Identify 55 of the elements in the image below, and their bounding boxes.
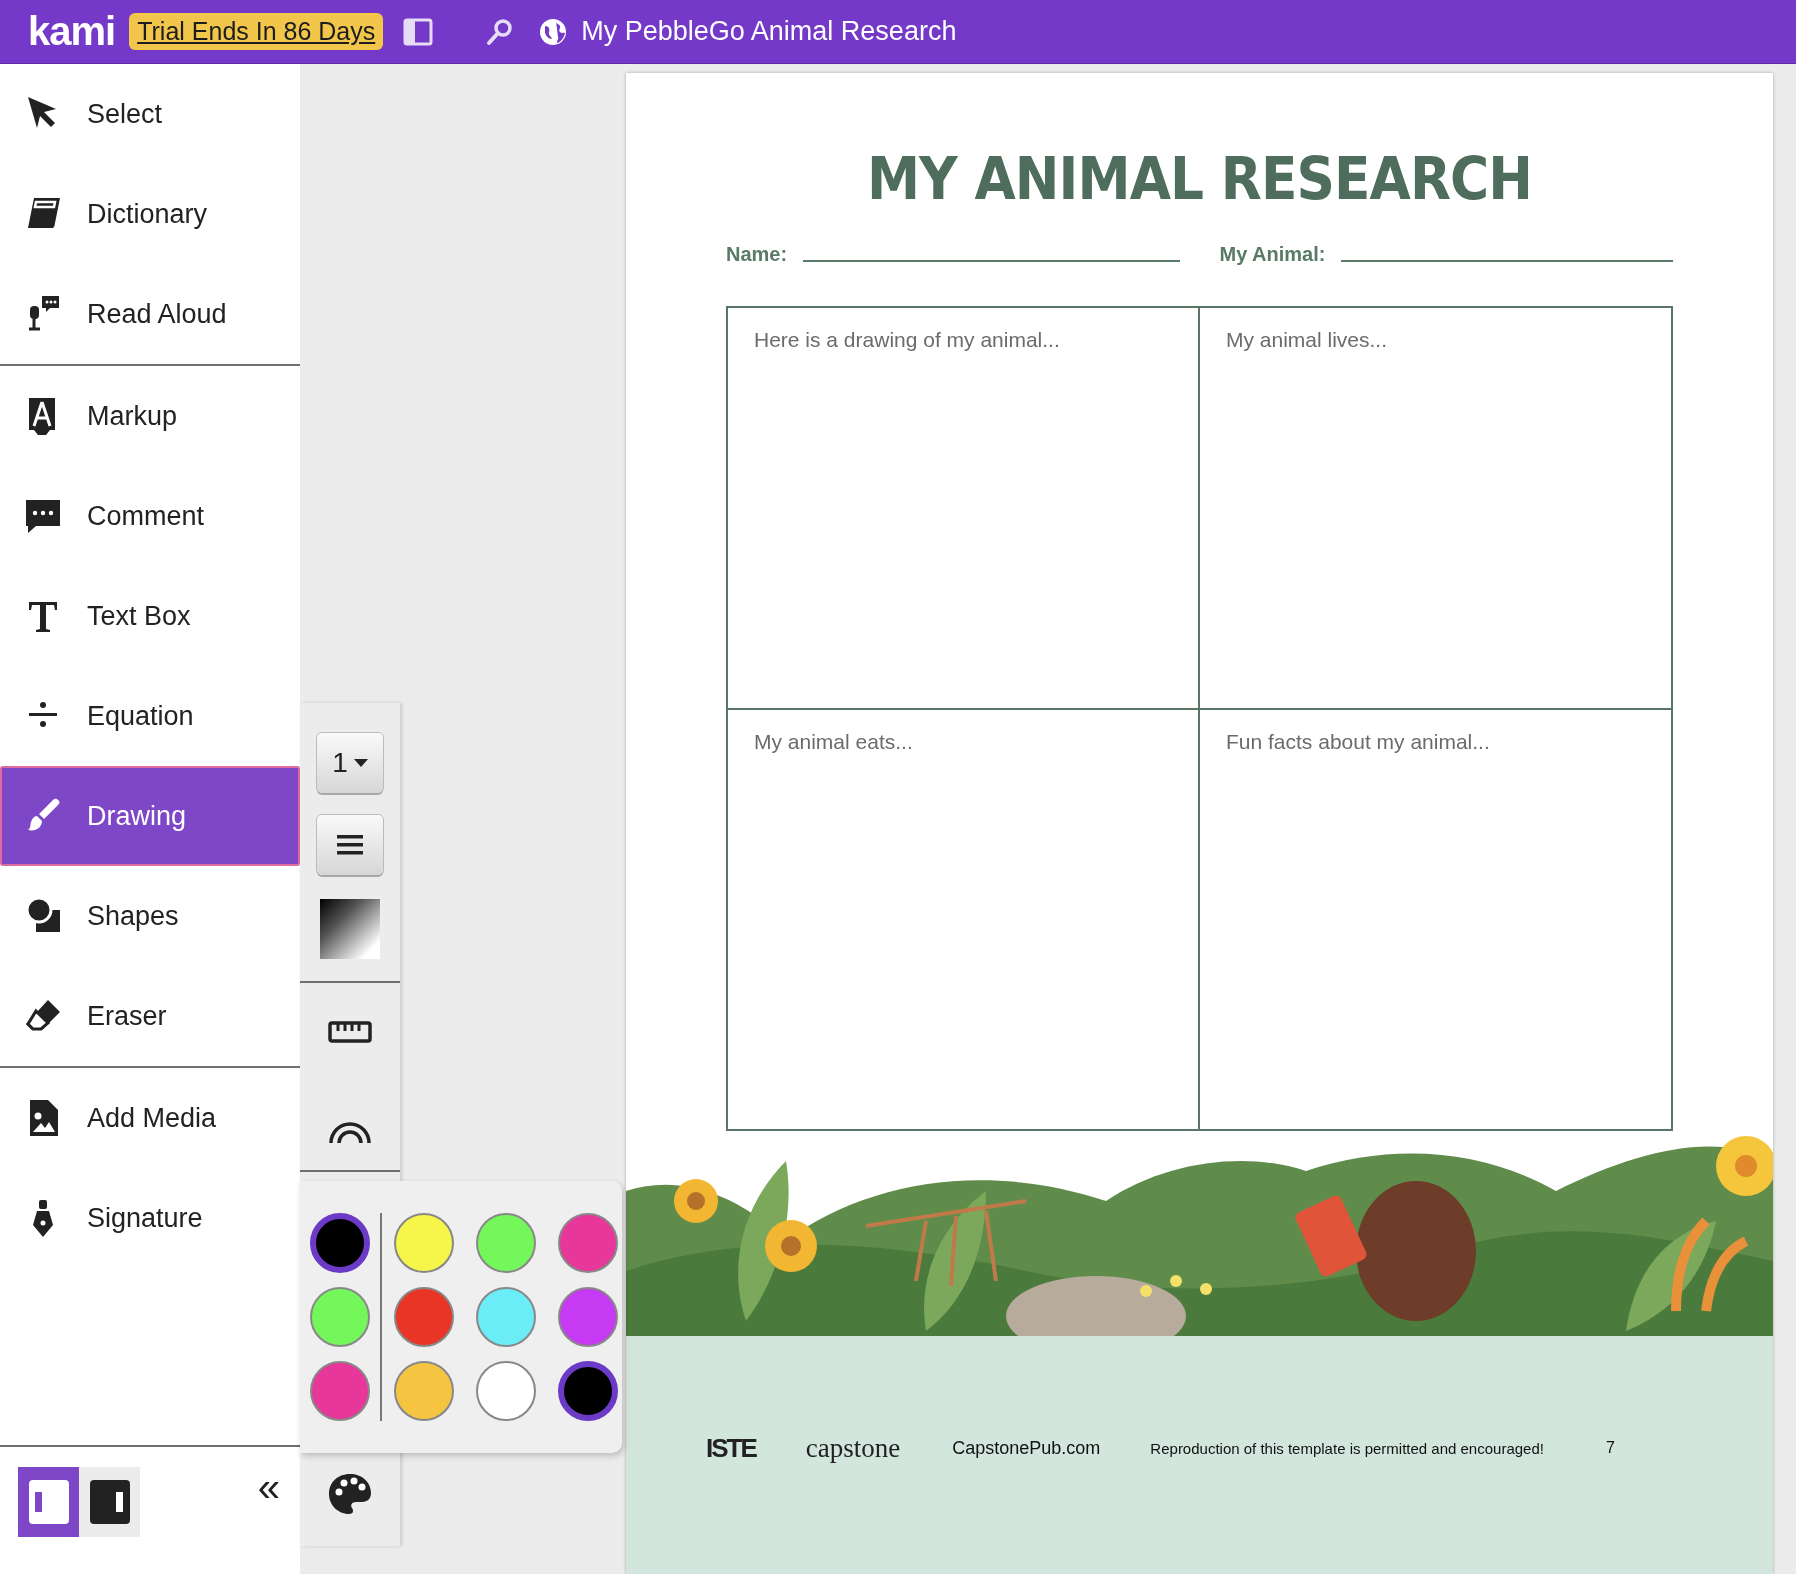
- color-swatch[interactable]: [558, 1287, 618, 1347]
- trial-badge[interactable]: Trial Ends In 86 Days: [129, 13, 384, 50]
- color-swatch[interactable]: [310, 1361, 370, 1421]
- color-swatch[interactable]: [394, 1361, 454, 1421]
- sidebar-item[interactable]: Drawing: [0, 766, 300, 866]
- box-prompt: My animal lives...: [1226, 328, 1388, 351]
- color-swatch[interactable]: [558, 1213, 618, 1273]
- sidebar-item[interactable]: Read Aloud: [0, 264, 300, 364]
- box-prompt: Fun facts about my animal...: [1226, 730, 1490, 753]
- line-style-button[interactable]: [317, 815, 383, 875]
- worksheet-title: MY ANIMAL RESEARCH: [866, 145, 1533, 213]
- box-prompt: My animal eats...: [754, 730, 913, 753]
- sidebar-item[interactable]: Signature: [0, 1168, 300, 1268]
- field-label: My Animal:: [1219, 243, 1326, 266]
- protractor-arc-icon[interactable]: [327, 1119, 373, 1145]
- reproduction-notice: Reproduction of this template is permitted and encouraged!: [1150, 1439, 1544, 1457]
- caret-icon: [353, 758, 368, 768]
- capstone-logo: capstone: [805, 1432, 901, 1464]
- page-number: 7: [1605, 1439, 1615, 1457]
- field-label: Name:: [726, 243, 788, 266]
- sidebar-item[interactable]: Select: [0, 64, 300, 164]
- answer-box[interactable]: My animal lives...: [1200, 308, 1671, 710]
- answer-box[interactable]: My animal eats...: [728, 710, 1200, 1129]
- sidebar-item[interactable]: Eraser: [0, 966, 300, 1066]
- color-swatch[interactable]: [476, 1213, 536, 1273]
- color-swatch[interactable]: [476, 1287, 536, 1347]
- left-layout-button[interactable]: [18, 1467, 79, 1537]
- opacity-gradient-swatch[interactable]: [320, 899, 380, 959]
- sidebar-item[interactable]: Markup: [0, 366, 300, 466]
- sidebar-item[interactable]: Equation: [0, 666, 300, 766]
- sidebar-item[interactable]: Dictionary: [0, 164, 300, 264]
- ruler-icon[interactable]: [328, 1019, 372, 1045]
- stroke-width-dropdown[interactable]: 1: [317, 733, 383, 793]
- sidebar-panel-icon[interactable]: [403, 16, 434, 47]
- color-swatch[interactable]: [558, 1361, 618, 1421]
- palette-icon[interactable]: [327, 1472, 373, 1516]
- iste-logo: ISTE: [706, 1432, 756, 1464]
- box-prompt: Here is a drawing of my animal...: [754, 328, 1060, 351]
- sidebar-item[interactable]: Comment: [0, 466, 300, 566]
- color-swatch[interactable]: [310, 1287, 370, 1347]
- color-swatch[interactable]: [394, 1213, 454, 1273]
- color-swatch[interactable]: [394, 1287, 454, 1347]
- document-title: My PebbleGo Animal Research: [581, 16, 957, 47]
- menu-lines-icon: [337, 835, 363, 855]
- answer-box[interactable]: Here is a drawing of my animal...: [728, 308, 1200, 710]
- color-swatch[interactable]: [476, 1361, 536, 1421]
- globe-icon: [539, 17, 568, 46]
- answer-box[interactable]: Fun facts about my animal...: [1200, 710, 1671, 1129]
- kami-logo: kami: [28, 9, 116, 54]
- website-text: CapstonePub.com: [952, 1437, 1101, 1459]
- sidebar-item[interactable]: Text Box: [0, 566, 300, 666]
- color-swatch[interactable]: [310, 1213, 370, 1273]
- sidebar-item[interactable]: Shapes: [0, 866, 300, 966]
- collapse-sidebar-button[interactable]: «: [257, 1467, 280, 1507]
- sidebar-item[interactable]: Add Media: [0, 1068, 300, 1168]
